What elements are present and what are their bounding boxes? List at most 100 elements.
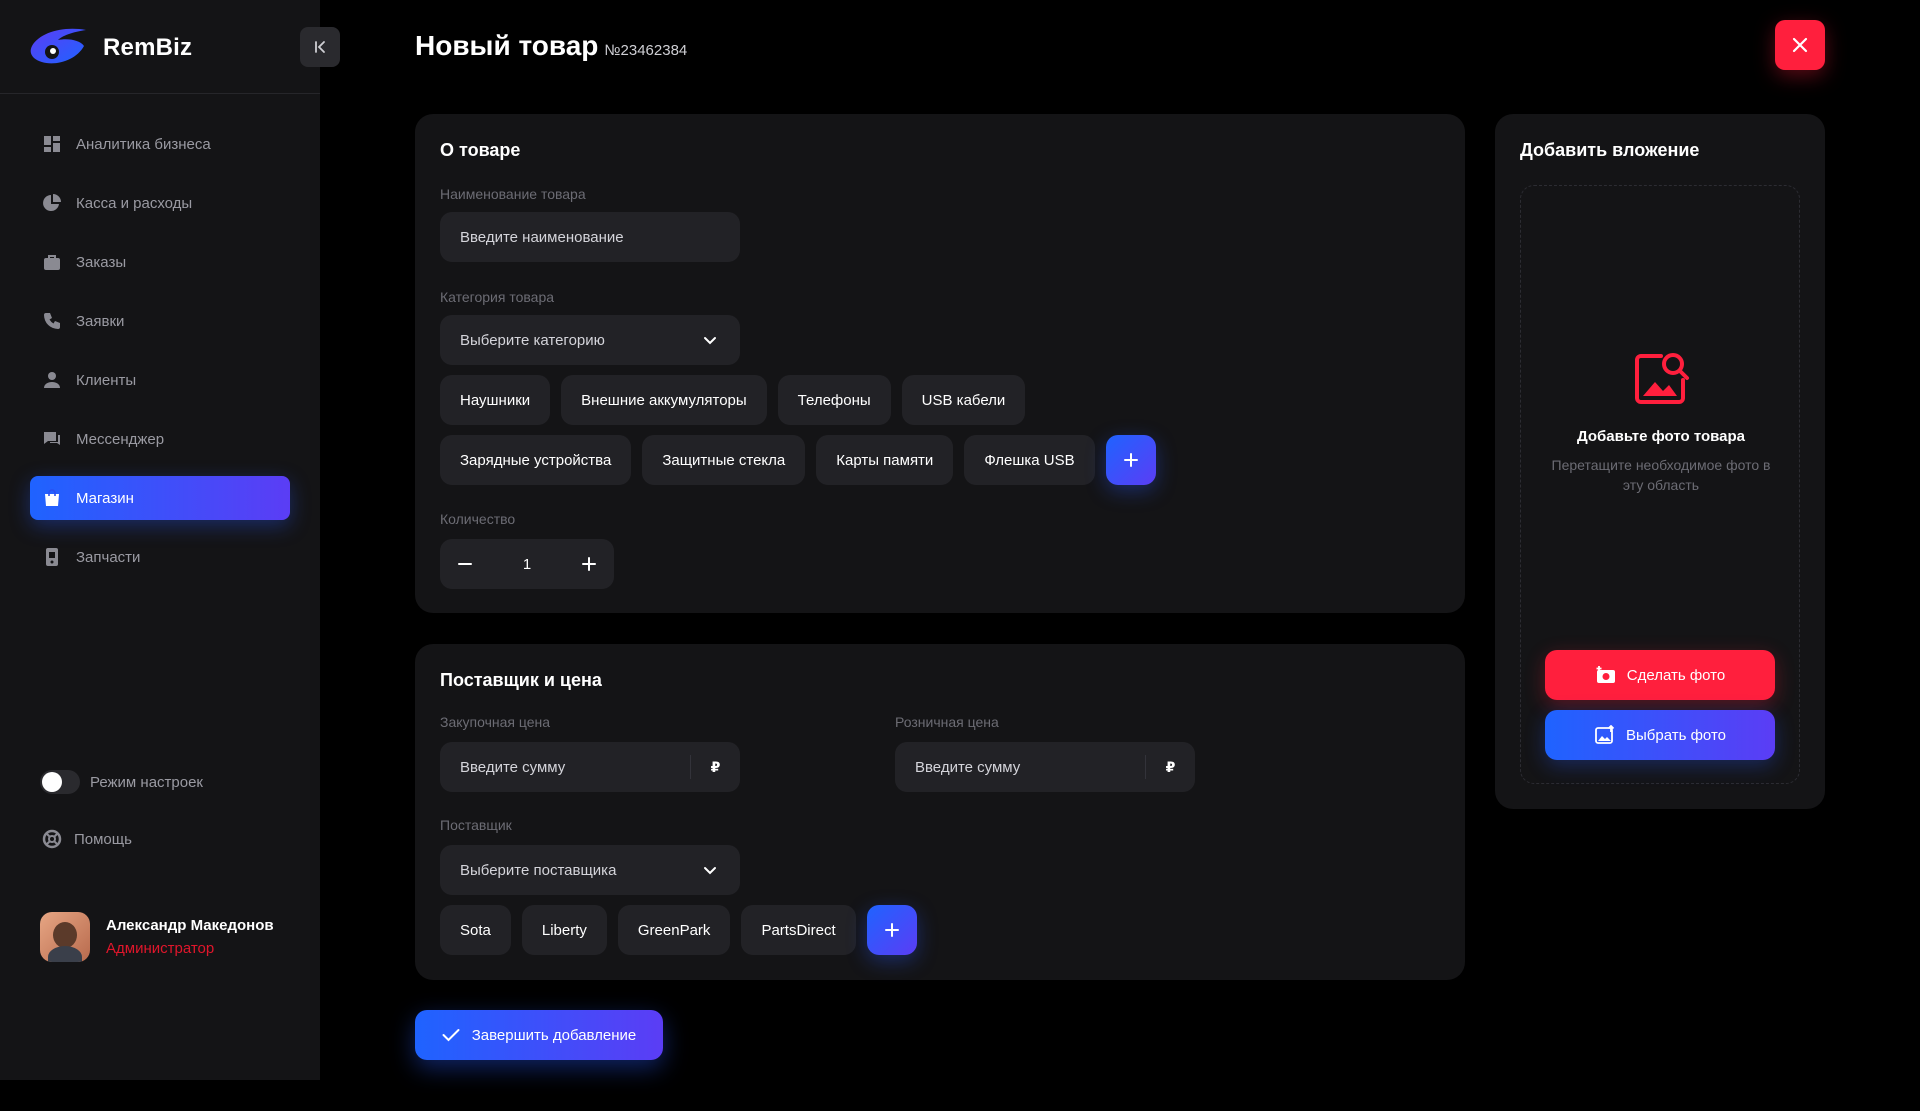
- settings-mode-toggle[interactable]: Режим настроек: [40, 770, 203, 794]
- quantity-label: Количество: [440, 511, 516, 527]
- sidebar-item-shop[interactable]: Магазин: [30, 476, 290, 520]
- minus-icon[interactable]: [456, 555, 474, 573]
- avatar: [40, 912, 90, 962]
- category-chip[interactable]: Флешка USB: [964, 435, 1095, 485]
- name-label: Наименование товара: [440, 186, 586, 202]
- sidebar-item-label: Касса и расходы: [76, 194, 193, 212]
- retail-price-placeholder: Введите сумму: [915, 758, 1021, 776]
- take-photo-button[interactable]: Сделать фото: [1545, 650, 1775, 700]
- add-supplier-button[interactable]: [866, 905, 917, 955]
- supplier-placeholder: Выберите поставщика: [460, 861, 617, 879]
- image-upload-icon: [1595, 725, 1615, 744]
- sidebar-header: RemBiz: [0, 0, 340, 94]
- category-placeholder: Выберите категорию: [460, 331, 605, 349]
- sidebar: RemBiz Аналитика бизнеса Касса и расходы…: [0, 0, 340, 1080]
- category-chip[interactable]: Зарядные устройства: [440, 435, 632, 485]
- sidebar-item-clients[interactable]: Клиенты: [30, 358, 290, 402]
- sidebar-item-messenger[interactable]: Мессенджер: [30, 417, 290, 461]
- quantity-stepper: 1: [440, 539, 614, 589]
- collapse-icon: [315, 41, 325, 53]
- chevron-down-icon: [704, 867, 716, 875]
- dropzone-hint: Перетащите необходимое фото в эту област…: [1551, 457, 1771, 493]
- sidebar-item-requests[interactable]: Заявки: [30, 299, 290, 343]
- user-role: Администратор: [106, 940, 215, 957]
- add-category-button[interactable]: [1105, 435, 1156, 485]
- category-label: Категория товара: [440, 289, 555, 305]
- product-number: №23462384: [604, 42, 688, 59]
- collapse-sidebar-button[interactable]: [300, 27, 340, 67]
- choose-photo-button[interactable]: Выбрать фото: [1545, 710, 1775, 760]
- sidebar-item-label: Аналитика бизнеса: [76, 135, 211, 153]
- choose-photo-label: Выбрать фото: [1626, 726, 1726, 744]
- user-icon: [44, 372, 60, 388]
- category-chip[interactable]: Защитные стекла: [642, 435, 806, 485]
- supplier-select[interactable]: Выберите поставщика: [440, 845, 740, 895]
- sidebar-item-label: Мессенджер: [76, 430, 165, 448]
- user-name: Александр Македонов: [106, 917, 274, 934]
- category-chip[interactable]: Наушники: [440, 375, 551, 425]
- dropzone-title: Добавьте фото товара: [1577, 428, 1745, 445]
- retail-price-label: Розничная цена: [895, 714, 999, 730]
- plus-icon[interactable]: [580, 555, 598, 573]
- supplier-chips: Sota Liberty GreenPark PartsDirect: [440, 905, 917, 955]
- supplier-label: Поставщик: [440, 817, 512, 833]
- supplier-price-card: Поставщик и цена Закупочная цена Введите…: [415, 644, 1465, 980]
- product-name-placeholder: Введите наименование: [460, 228, 624, 246]
- quantity-value[interactable]: 1: [523, 556, 531, 573]
- chevron-down-icon: [704, 337, 716, 345]
- sidebar-item-analytics[interactable]: Аналитика бизнеса: [30, 122, 290, 166]
- page-title-text: Новый товар: [415, 30, 599, 61]
- currency-symbol: ₽: [690, 755, 740, 779]
- sidebar-item-label: Клиенты: [76, 371, 137, 389]
- finish-adding-button[interactable]: Завершить добавление: [415, 1010, 663, 1060]
- plus-icon: [1123, 453, 1138, 467]
- sidebar-item-cash[interactable]: Касса и расходы: [30, 181, 290, 225]
- sidebar-item-orders[interactable]: Заказы: [30, 240, 290, 284]
- sidebar-nav: Аналитика бизнеса Касса и расходы Заказы…: [30, 122, 290, 594]
- supplier-chip[interactable]: Liberty: [521, 905, 607, 955]
- help-link[interactable]: Помощь: [42, 829, 132, 849]
- help-label: Помощь: [74, 830, 132, 848]
- camera-plus-icon: [1596, 666, 1615, 683]
- close-icon: [1792, 37, 1808, 53]
- card-title: Поставщик и цена: [440, 670, 602, 690]
- category-chips-row-1: Наушники Внешние аккумуляторы Телефоны U…: [440, 375, 1036, 425]
- supplier-chip[interactable]: PartsDirect: [741, 905, 856, 955]
- card-title: Добавить вложение: [1520, 140, 1700, 160]
- sidebar-item-label: Заказы: [76, 253, 127, 271]
- category-chip[interactable]: Внешние аккумуляторы: [561, 375, 767, 425]
- supplier-chip[interactable]: GreenPark: [617, 905, 731, 955]
- purchase-price-input[interactable]: Введите сумму ₽: [440, 742, 740, 792]
- category-chip[interactable]: Телефоны: [777, 375, 891, 425]
- card-title: О товаре: [440, 140, 521, 160]
- settings-mode-label: Режим настроек: [90, 773, 203, 791]
- sidebar-item-label: Заявки: [76, 312, 125, 330]
- lifebuoy-icon: [42, 829, 62, 849]
- user-profile[interactable]: Александр Македонов Администратор: [40, 912, 274, 962]
- purchase-price-label: Закупочная цена: [440, 714, 551, 730]
- brand-name: RemBiz: [103, 34, 193, 61]
- product-info-card: О товаре Наименование товара Введите наи…: [415, 114, 1465, 613]
- take-photo-label: Сделать фото: [1626, 666, 1726, 684]
- sidebar-item-label: Запчасти: [76, 548, 141, 566]
- sidebar-item-label: Магазин: [76, 489, 134, 507]
- toggle-switch[interactable]: [40, 770, 80, 794]
- supplier-chip[interactable]: Sota: [440, 905, 511, 955]
- retail-price-input[interactable]: Введите сумму ₽: [895, 742, 1195, 792]
- device-icon: [46, 548, 58, 566]
- shopping-bag-icon: [45, 489, 59, 506]
- chat-icon: [44, 432, 60, 445]
- category-chip[interactable]: Карты памяти: [816, 435, 954, 485]
- product-name-input[interactable]: Введите наименование: [440, 212, 740, 262]
- page-title: Новый товар №23462384: [415, 30, 687, 62]
- category-select[interactable]: Выберите категорию: [440, 315, 740, 365]
- plus-icon: [884, 923, 899, 937]
- currency-symbol: ₽: [1145, 755, 1195, 779]
- category-chip[interactable]: USB кабели: [901, 375, 1026, 425]
- finish-label: Завершить добавление: [471, 1026, 637, 1044]
- image-search-icon: [1635, 353, 1689, 404]
- briefcase-icon: [44, 255, 60, 270]
- close-button[interactable]: [1775, 20, 1825, 70]
- check-icon: [442, 1029, 460, 1042]
- sidebar-item-parts[interactable]: Запчасти: [30, 535, 290, 579]
